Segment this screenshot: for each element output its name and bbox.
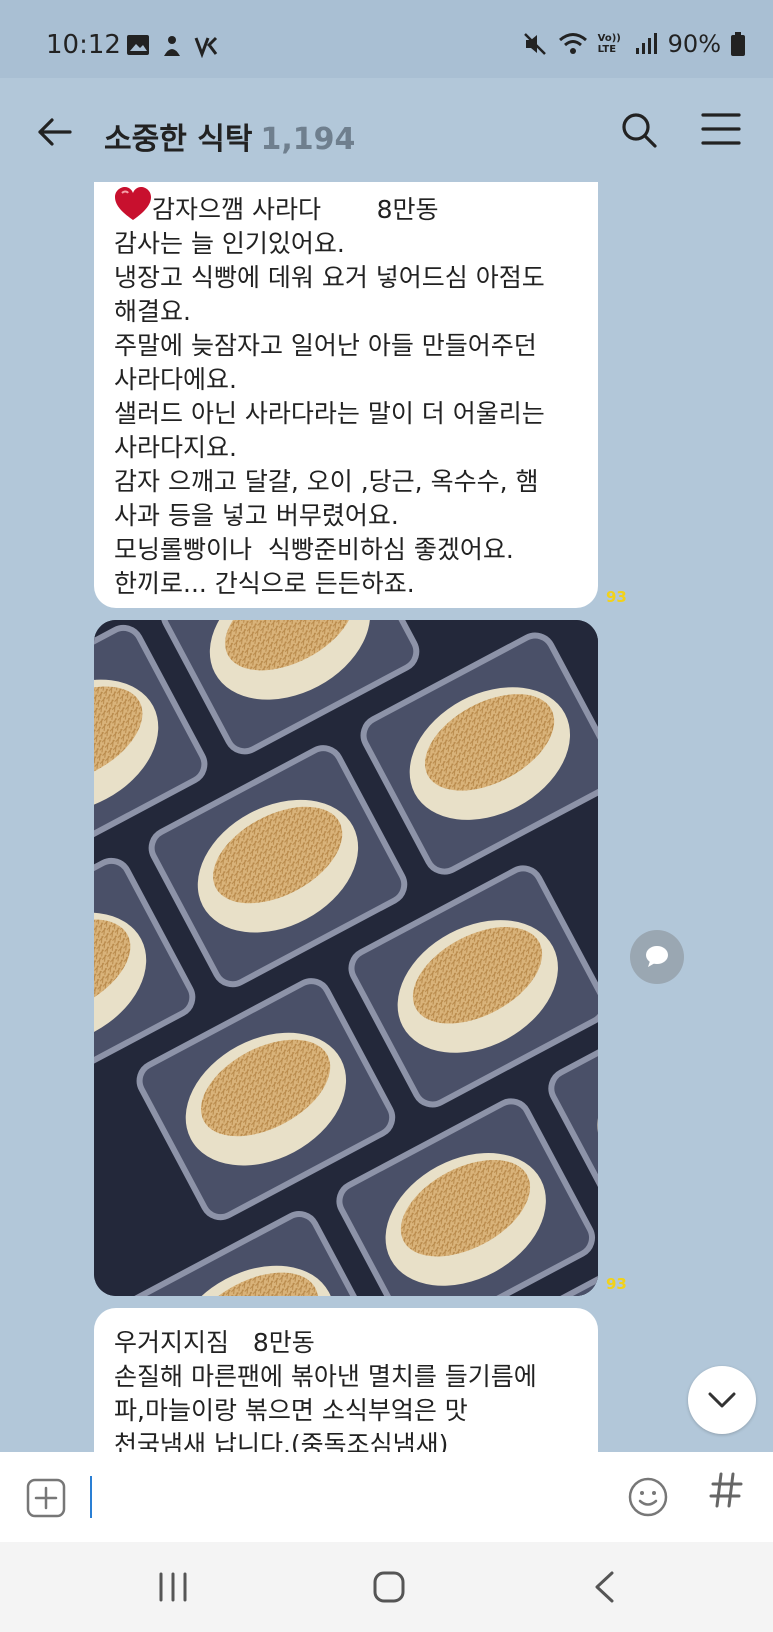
back-icon[interactable] xyxy=(592,1570,616,1604)
home-icon[interactable] xyxy=(373,1571,405,1603)
message-line: 한끼로... 간식으로 든든하죠. xyxy=(114,569,415,598)
share-button[interactable] xyxy=(630,930,684,984)
message-line-1: 감자으깸 사라다 8만동 xyxy=(114,186,578,227)
message-line: 해결요. xyxy=(114,297,191,326)
battery-percent: 90% xyxy=(667,30,721,58)
notification-icons xyxy=(126,34,220,58)
status-time: 10:12 xyxy=(46,30,121,60)
recent-apps-icon[interactable] xyxy=(158,1572,188,1602)
message-line: 감자 으깨고 달걀, 오이 ,당근, 옥수수, 햄 xyxy=(114,467,539,496)
emoji-icon[interactable] xyxy=(627,1476,669,1518)
speech-bubble-icon xyxy=(646,946,668,967)
message-line: 사라다지요. xyxy=(114,433,237,462)
member-count: 1,194 xyxy=(260,122,356,157)
read-count: 93 xyxy=(606,588,627,606)
system-nav-bar xyxy=(0,1542,773,1632)
signal-icon xyxy=(635,33,657,54)
app-notification-icon xyxy=(164,36,180,56)
vpn-icon xyxy=(194,36,218,58)
plus-icon[interactable] xyxy=(26,1478,66,1518)
chat-title: 소중한 식탁 1,194 xyxy=(104,114,355,158)
menu-icon[interactable] xyxy=(701,112,741,146)
message-line: 냉장고 식빵에 데워 요거 넣어드심 아점도 xyxy=(114,263,545,292)
heart-emoji-icon xyxy=(115,187,151,220)
message-line: 모닝롤빵이나 식빵준비하심 좋겠어요. xyxy=(114,535,514,564)
message-line: 감사는 늘 인기있어요. xyxy=(114,229,345,258)
volte-indicator: Vo)) LTE xyxy=(597,33,621,55)
chevron-down-icon xyxy=(708,1392,736,1408)
message-line: 우거지지짐 8만동 xyxy=(114,1328,315,1357)
message-input[interactable] xyxy=(90,1476,92,1518)
scroll-to-bottom-button[interactable] xyxy=(688,1366,756,1434)
message-line: 손질해 마른팬에 볶아낸 멸치를 들기름에 xyxy=(114,1362,537,1391)
wifi-icon xyxy=(558,33,587,54)
system-icons: Vo)) LTE 90% xyxy=(522,30,745,58)
chat-room-name: 소중한 식탁 xyxy=(104,122,253,157)
read-count: 93 xyxy=(606,1275,627,1293)
potato-salad-photo xyxy=(94,620,598,1296)
message-bubble[interactable]: 우거지지짐 8만동 손질해 마른팬에 볶아낸 멸치를 들기름에 파,마늘이랑 볶… xyxy=(94,1308,598,1459)
message-line: 샐러드 아닌 사라다라는 말이 더 어울리는 xyxy=(114,399,545,428)
message-input-bar xyxy=(0,1452,773,1542)
chat-header: 소중한 식탁 1,194 xyxy=(0,78,773,182)
message-line: 주말에 늦잠자고 일어난 아들 만들어주던 xyxy=(114,331,537,360)
message-line: 사라다에요. xyxy=(114,365,237,394)
mute-icon xyxy=(523,33,546,55)
search-icon[interactable] xyxy=(619,110,659,150)
message-bubble[interactable]: 감자으깸 사라다 8만동 감사는 늘 인기있어요. 냉장고 식빵에 데워 요거 … xyxy=(94,182,598,608)
hash-icon[interactable] xyxy=(709,1470,743,1510)
food-photo[interactable] xyxy=(94,620,598,1296)
back-arrow-icon[interactable] xyxy=(34,112,74,152)
battery-icon xyxy=(731,32,745,56)
message-line: 사과 등을 넣고 버무렸어요. xyxy=(114,501,399,530)
gallery-icon xyxy=(127,35,149,55)
message-line: 파,마늘이랑 볶으면 소식부엌은 맛 xyxy=(114,1396,468,1425)
status-bar: 10:12 Vo)) LTE 90% xyxy=(0,0,773,78)
